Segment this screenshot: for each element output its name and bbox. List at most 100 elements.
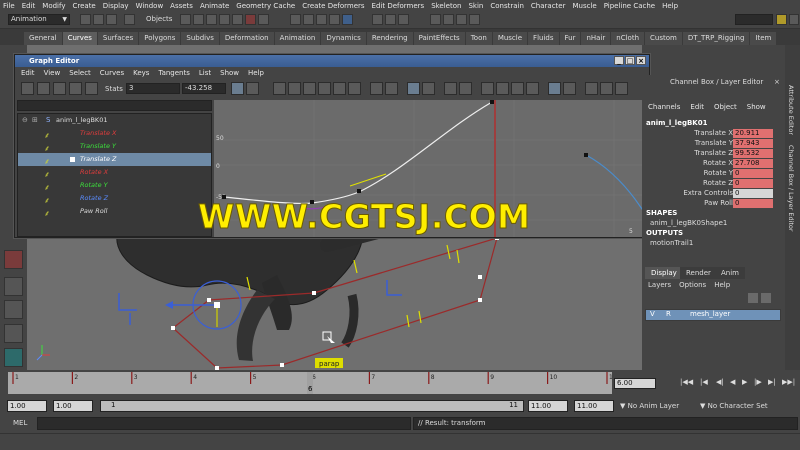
- output-node-name[interactable]: motionTrail1: [650, 239, 693, 247]
- anim-layer-dropdown[interactable]: ▼ No Anim Layer: [620, 400, 679, 412]
- attribute-editor-tab[interactable]: Attribute Editor: [787, 85, 795, 135]
- tab-ncloth[interactable]: nCloth: [611, 32, 645, 45]
- layout-persp-graph-icon[interactable]: [4, 324, 23, 343]
- paint-tool-icon[interactable]: [4, 250, 23, 269]
- tab-deformation[interactable]: Deformation: [219, 32, 274, 45]
- new-layer-selected-icon[interactable]: [761, 293, 771, 303]
- menu-item-edit-deformers[interactable]: Edit Deformers: [372, 2, 425, 10]
- play-backward-icon[interactable]: ◀: [730, 378, 735, 386]
- cb-menu-channels[interactable]: Channels: [648, 103, 680, 115]
- layer-row[interactable]: V R mesh_layer: [645, 309, 781, 321]
- manipulator[interactable]: [165, 280, 242, 330]
- tab-animation[interactable]: Animation: [274, 32, 321, 45]
- make-live-icon[interactable]: [342, 14, 353, 25]
- region-tool-icon[interactable]: [85, 82, 98, 95]
- channel-box-toggle-icon[interactable]: [776, 14, 787, 25]
- menu-item-animate[interactable]: Animate: [200, 2, 229, 10]
- channel-row[interactable]: ⸙ Paw Roll: [18, 205, 211, 218]
- render-settings-icon[interactable]: [469, 14, 480, 25]
- select-handles-icon[interactable]: [180, 14, 191, 25]
- menu-item-constrain[interactable]: Constrain: [490, 2, 524, 10]
- layer-menu-layers[interactable]: Layers: [648, 281, 671, 289]
- range-slider[interactable]: 1 11: [100, 400, 524, 412]
- attribute-value-field[interactable]: 99.532: [733, 149, 773, 158]
- time-snap-icon[interactable]: [548, 82, 561, 95]
- layer-menu-options[interactable]: Options: [679, 281, 706, 289]
- layer-menu-help[interactable]: Help: [714, 281, 730, 289]
- collapse-icon[interactable]: ⊖: [22, 114, 28, 127]
- menu-item-create[interactable]: Create: [72, 2, 95, 10]
- go-to-end-icon[interactable]: ▶▶|: [782, 378, 795, 386]
- attribute-value-field[interactable]: 27.708: [733, 159, 773, 168]
- open-scene-icon[interactable]: [93, 14, 104, 25]
- mel-label[interactable]: MEL: [13, 419, 27, 427]
- ge-menu-curves[interactable]: Curves: [100, 69, 124, 77]
- time-slider[interactable]: 12345678910116: [8, 372, 617, 394]
- close-icon[interactable]: ×: [774, 78, 780, 86]
- key-stats-icon[interactable]: [615, 82, 628, 95]
- cycle-offset-icon[interactable]: [496, 82, 509, 95]
- ge-menu-tangents[interactable]: Tangents: [158, 69, 189, 77]
- step-back-key-icon[interactable]: |◀: [700, 378, 708, 386]
- tab-dt-trp-rigging[interactable]: DT_TRP_Rigging: [682, 32, 750, 45]
- tab-fluids[interactable]: Fluids: [528, 32, 559, 45]
- select-joints-icon[interactable]: [193, 14, 204, 25]
- keyframe[interactable]: [490, 100, 494, 104]
- ge-menu-help[interactable]: Help: [248, 69, 264, 77]
- playback-end-field[interactable]: 11.00: [528, 400, 568, 412]
- ge-menu-select[interactable]: Select: [69, 69, 91, 77]
- current-time-field[interactable]: 6.00: [614, 378, 656, 389]
- move-key-icon[interactable]: [21, 82, 34, 95]
- menu-item-edit[interactable]: Edit: [22, 2, 36, 10]
- end-time-field[interactable]: 11.00: [574, 400, 614, 412]
- buffer-curve-snapshot-icon[interactable]: [444, 82, 457, 95]
- menu-item-modify[interactable]: Modify: [42, 2, 65, 10]
- menu-item-pipeline-cache[interactable]: Pipeline Cache: [604, 2, 655, 10]
- frame-playback-icon[interactable]: [246, 82, 259, 95]
- select-curves-icon[interactable]: [206, 14, 217, 25]
- tab-fur[interactable]: Fur: [559, 32, 581, 45]
- quick-select-field[interactable]: [735, 14, 773, 25]
- inputs-icon[interactable]: [385, 14, 396, 25]
- ge-menu-edit[interactable]: Edit: [21, 69, 35, 77]
- tab-item[interactable]: Item: [750, 32, 777, 45]
- tab-anim[interactable]: Anim: [715, 267, 745, 279]
- tab-muscle[interactable]: Muscle: [492, 32, 528, 45]
- keyframe[interactable]: [584, 153, 588, 157]
- outliner-node-row[interactable]: ⊖ ⊞ S anim_l_legBK01: [18, 114, 211, 127]
- attribute-value-field[interactable]: 0: [733, 199, 773, 208]
- start-time-field[interactable]: 1.00: [7, 400, 47, 412]
- select-surfaces-icon[interactable]: [219, 14, 230, 25]
- channel-row[interactable]: ⸙ Rotate Y: [18, 179, 211, 192]
- minimize-icon[interactable]: _: [614, 56, 624, 65]
- ge-menu-show[interactable]: Show: [220, 69, 239, 77]
- channel-row[interactable]: ⸙ Translate Z: [18, 153, 211, 166]
- attribute-name[interactable]: Translate Z: [694, 149, 733, 157]
- layout-outliner-icon[interactable]: [4, 348, 23, 367]
- menu-item-skin[interactable]: Skin: [468, 2, 483, 10]
- layout-single-icon[interactable]: [4, 277, 23, 296]
- cb-menu-show[interactable]: Show: [747, 103, 766, 115]
- trax-editor-icon[interactable]: [600, 82, 613, 95]
- ge-menu-view[interactable]: View: [44, 69, 61, 77]
- break-tangent-icon[interactable]: [370, 82, 383, 95]
- attribute-editor-toggle-icon[interactable]: [789, 14, 799, 25]
- value-snap-icon[interactable]: [563, 82, 576, 95]
- outputs-icon[interactable]: [398, 14, 409, 25]
- channel-row[interactable]: ⸙ Translate X: [18, 127, 211, 140]
- snap-plane-icon[interactable]: [329, 14, 340, 25]
- character-set-dropdown[interactable]: ▼ No Character Set: [700, 400, 768, 412]
- layout-four-icon[interactable]: [4, 300, 23, 319]
- step-forward-frame-icon[interactable]: |▶: [754, 378, 762, 386]
- free-tangent-weight-icon[interactable]: [407, 82, 420, 95]
- shape-node-name[interactable]: anim_l_legBK0Shape1: [650, 219, 727, 227]
- attribute-name[interactable]: Translate Y: [695, 139, 733, 147]
- keyframe[interactable]: [357, 189, 361, 193]
- tab-curves[interactable]: Curves: [62, 32, 97, 45]
- select-deformers-icon[interactable]: [232, 14, 243, 25]
- expand-icon[interactable]: ⊞: [32, 114, 38, 127]
- lock-tangent-weight-icon[interactable]: [422, 82, 435, 95]
- unify-tangent-icon[interactable]: [385, 82, 398, 95]
- attribute-name[interactable]: Rotate X: [703, 159, 733, 167]
- cycle-icon[interactable]: [481, 82, 494, 95]
